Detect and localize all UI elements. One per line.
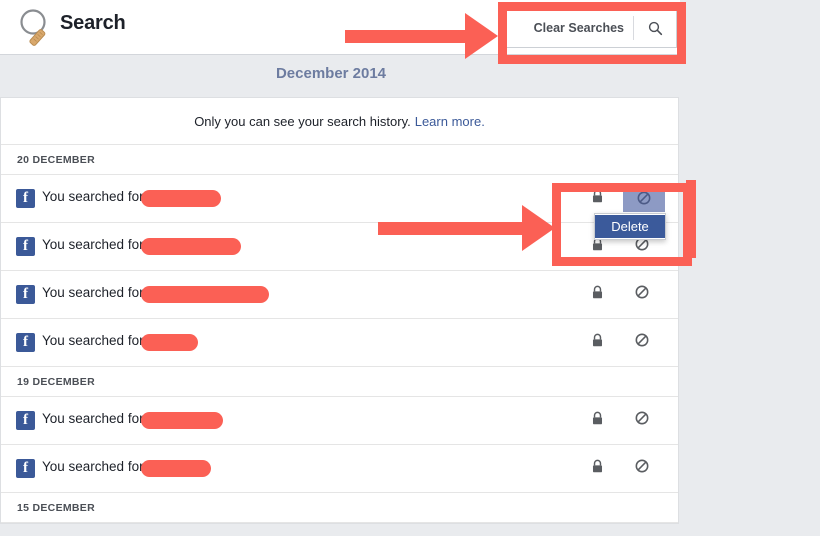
redacted-query (141, 286, 269, 303)
redacted-query (141, 460, 211, 477)
magnifying-glass-icon (14, 6, 60, 48)
day-header: 19 DECEMBER (1, 367, 678, 397)
search-row-text: You searched for (42, 285, 144, 300)
search-row-text: You searched for (42, 459, 144, 474)
lock-icon[interactable] (591, 285, 608, 304)
facebook-icon: f (16, 411, 35, 430)
month-title: December 2014 (275, 65, 387, 82)
facebook-icon: f (16, 237, 35, 256)
block-icon[interactable] (635, 411, 653, 430)
facebook-icon: f (16, 285, 35, 304)
facebook-icon: f (16, 333, 35, 352)
search-history-card: Only you can see your search history. Le… (0, 97, 679, 524)
facebook-icon: f (16, 459, 35, 478)
day-header: 15 DECEMBER (1, 493, 678, 523)
search-row-text: You searched for (42, 189, 144, 204)
search-history-row[interactable]: f You searched for (1, 445, 678, 493)
lock-icon[interactable] (591, 411, 608, 430)
clear-searches-label: Clear Searches (533, 21, 624, 35)
search-history-row[interactable]: f You searched for (1, 319, 678, 367)
page-header: Search Clear Searches (0, 0, 680, 55)
annotation-bleed-right (686, 180, 696, 258)
privacy-note-text: Only you can see your search history. (194, 113, 411, 129)
search-history-groups: 20 DECEMBER f You searched for f You searche… (1, 145, 678, 523)
page-title: Search (60, 12, 126, 34)
learn-more-link[interactable]: Learn more. (415, 114, 485, 129)
redacted-query (141, 238, 241, 255)
lock-icon[interactable] (591, 459, 608, 478)
page-root: Search Clear Searches December 2014 Only… (0, 0, 820, 536)
annotation-arrow-to-clear-searches (345, 13, 503, 59)
context-menu-item-delete[interactable]: Delete (595, 215, 665, 238)
redacted-query (141, 412, 223, 429)
day-header: 20 DECEMBER (1, 145, 678, 175)
sponsored-column: Sponsored (680, 0, 820, 536)
search-history-row[interactable]: f You searched for (1, 271, 678, 319)
main-column: Search Clear Searches December 2014 Only… (0, 0, 680, 536)
redacted-query (141, 334, 198, 351)
block-icon[interactable] (635, 285, 653, 304)
search-row-text: You searched for (42, 333, 144, 348)
search-row-text: You searched for (42, 411, 144, 426)
annotation-arrow-to-delete-menu (378, 205, 560, 251)
search-history-row[interactable]: f You searched for (1, 175, 678, 223)
month-band: December 2014 (0, 55, 680, 97)
search-history-row[interactable]: f You searched for (1, 397, 678, 445)
clear-searches-button[interactable]: Clear Searches (505, 8, 677, 48)
search-icon[interactable] (634, 9, 676, 47)
block-icon[interactable] (623, 184, 665, 212)
search-row-text: You searched for (42, 237, 144, 252)
lock-icon[interactable] (591, 189, 608, 208)
delete-context-menu[interactable]: Delete (594, 213, 666, 240)
block-icon[interactable] (635, 333, 653, 352)
privacy-note: Only you can see your search history. Le… (1, 98, 678, 145)
facebook-icon: f (16, 189, 35, 208)
search-history-row[interactable]: f You searched for (1, 223, 678, 271)
block-icon[interactable] (635, 459, 653, 478)
lock-icon[interactable] (591, 333, 608, 352)
redacted-query (141, 190, 221, 207)
